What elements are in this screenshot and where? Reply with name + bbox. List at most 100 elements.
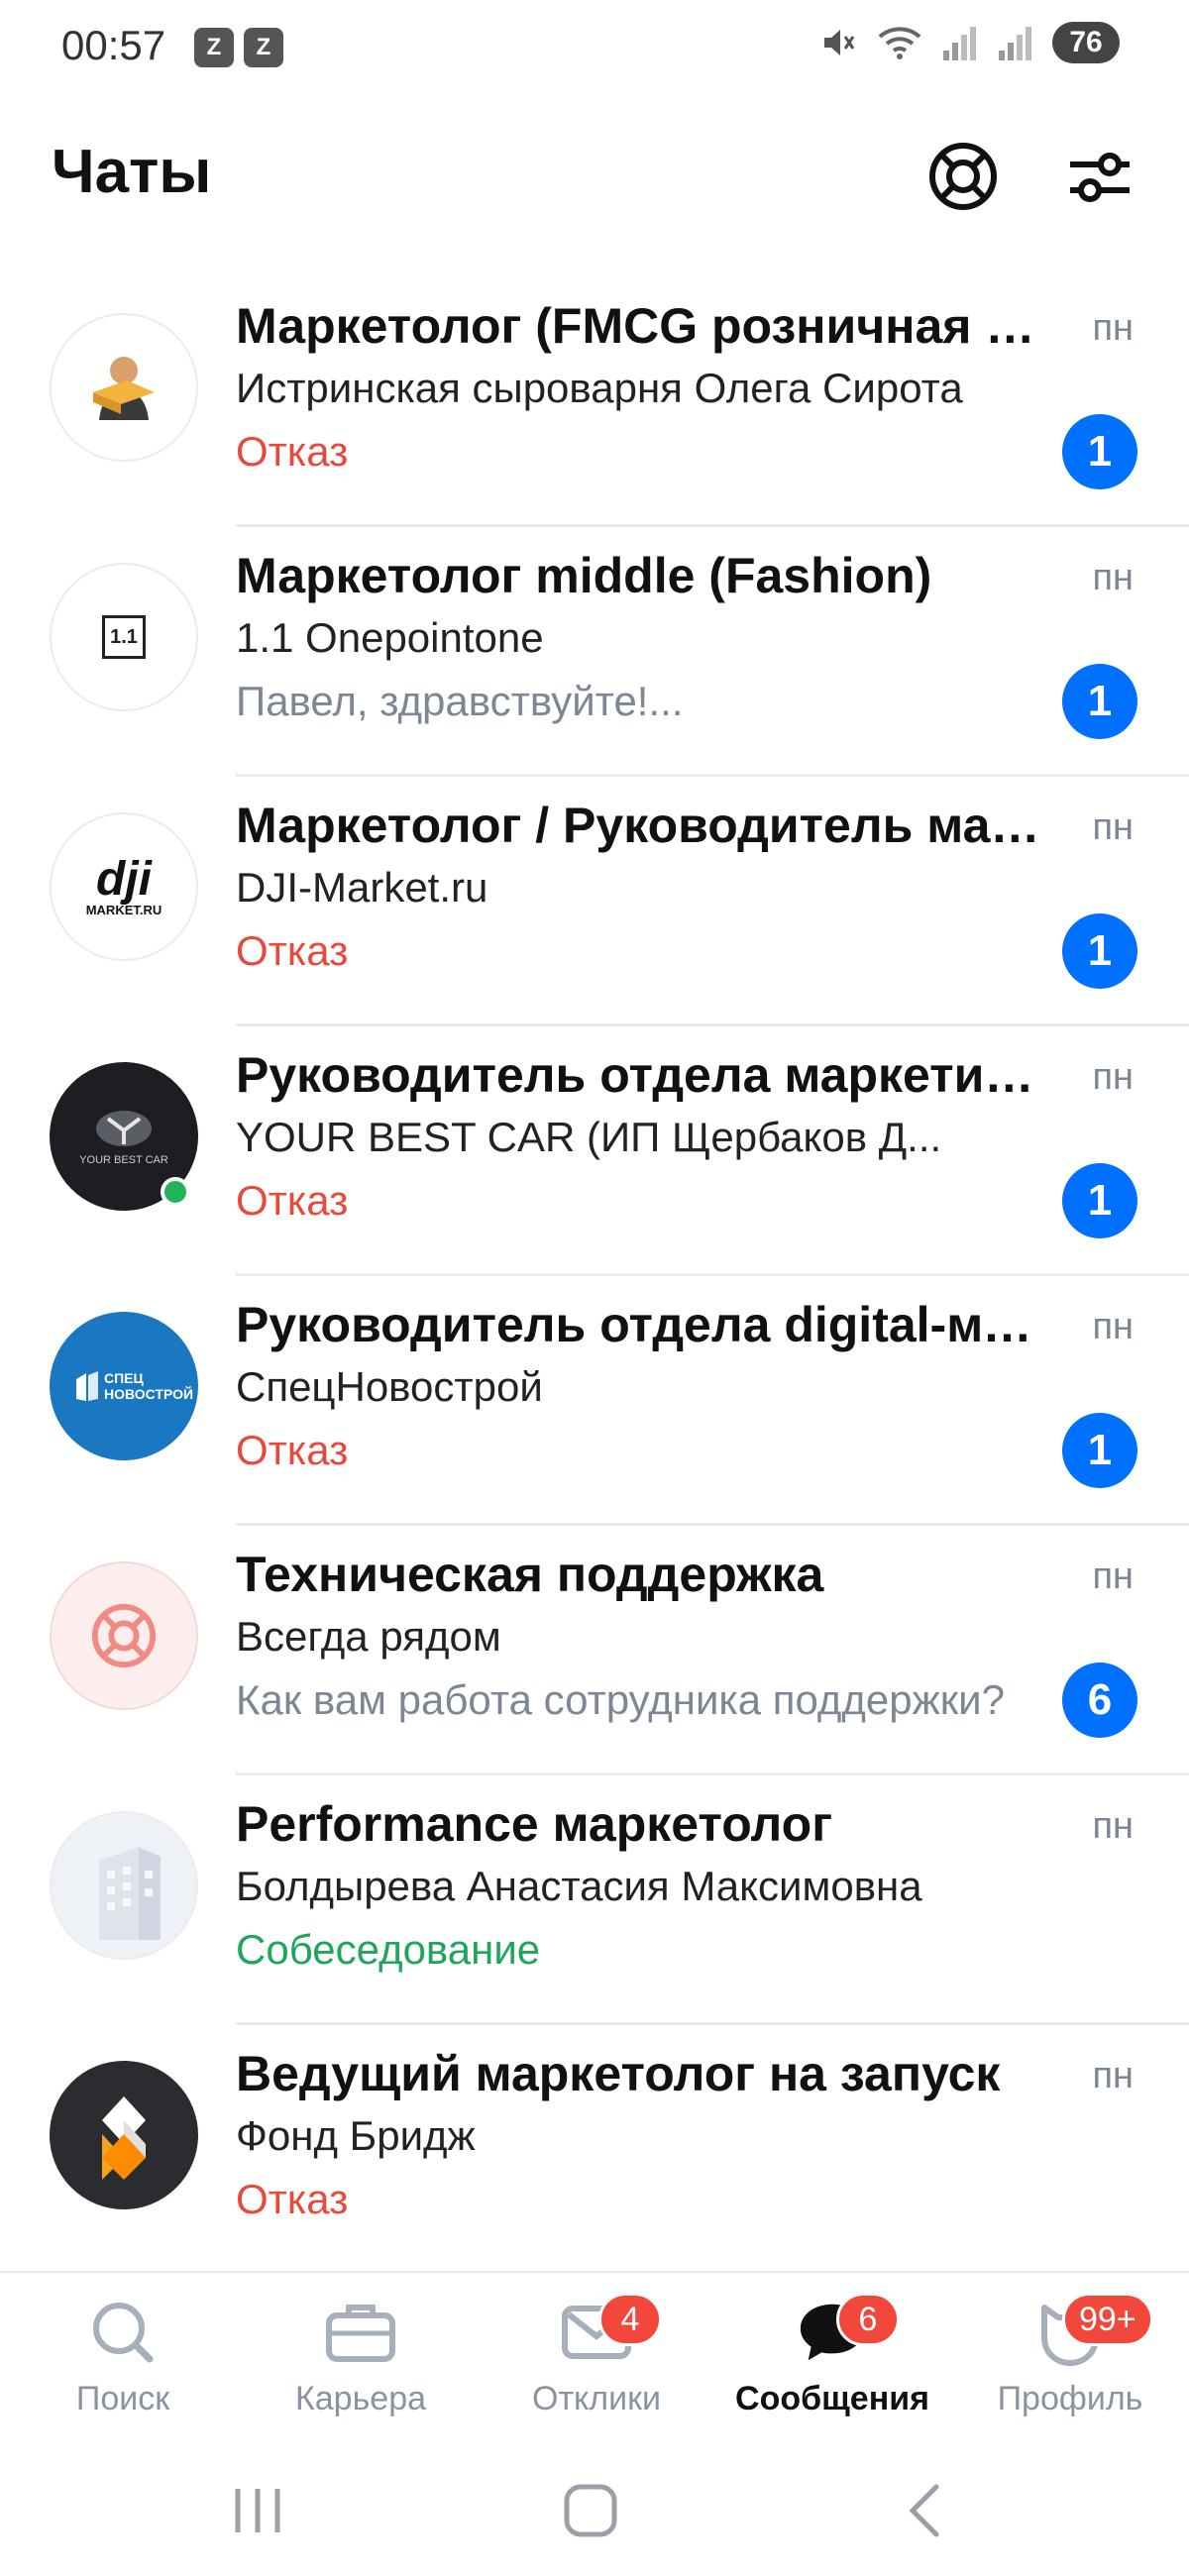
chat-date: пн: [1092, 557, 1134, 598]
page-title: Чаты: [52, 138, 212, 206]
nav-messages[interactable]: 6 Сообщения: [713, 2273, 951, 2449]
lifebuoy-icon: [91, 1603, 157, 1668]
chat-company: DJI-Market.ru: [236, 864, 488, 911]
online-indicator: [161, 1177, 190, 1207]
status-time: 00:57: [61, 22, 166, 68]
chat-date: пн: [1092, 1056, 1134, 1098]
chat-item[interactable]: YOUR BEST CAR Руководитель отдела маркет…: [0, 1026, 1189, 1276]
filter-button[interactable]: [1062, 139, 1137, 214]
chat-status: Отказ: [236, 1427, 349, 1473]
chat-item[interactable]: Performance маркетолог Болдырева Анастас…: [0, 1775, 1189, 2025]
building-mark-icon: [76, 1371, 98, 1401]
company-avatar: [50, 1811, 198, 1960]
chat-title: Маркетолог (FMCG розничная сеть): [236, 298, 1048, 354]
home-button[interactable]: [551, 2471, 630, 2550]
chat-item[interactable]: dji MARKET.RU Маркетолог / Руководитель …: [0, 777, 1189, 1026]
company-avatar: dji MARKET.RU: [50, 812, 198, 961]
mute-icon: [824, 30, 855, 55]
chat-company: 1.1 Onepointone: [236, 614, 544, 661]
company-avatar: 1.1: [50, 563, 198, 711]
chat-date: пн: [1092, 1805, 1134, 1847]
system-nav-bar: [0, 2447, 1189, 2576]
unread-badge: 6: [1062, 1663, 1137, 1738]
chat-date: пн: [1092, 1556, 1134, 1597]
profile-badge: 99+: [1062, 2293, 1153, 2346]
chat-status: Отказ: [236, 428, 349, 475]
company-avatar: [50, 2061, 198, 2209]
support-button[interactable]: [925, 139, 1001, 214]
back-icon: [909, 2484, 939, 2537]
chat-message-preview: Как вам работа сотрудника поддержки?: [236, 1676, 1005, 1723]
unread-badge: 1: [1062, 1163, 1137, 1238]
nav-career[interactable]: Карьера: [242, 2273, 480, 2449]
unread-badge: 1: [1062, 664, 1137, 739]
chat-date: пн: [1092, 307, 1134, 349]
chat-item[interactable]: 1.1 Маркетолог middle (Fashion) 1.1 Onep…: [0, 527, 1189, 777]
chat-company: Болдырева Анастасия Максимовна: [236, 1863, 922, 1909]
recent-apps-icon: [235, 2489, 280, 2532]
chat-title: Техническая поддержка: [236, 1547, 824, 1602]
nav-profile[interactable]: 99+ Профиль: [951, 2273, 1189, 2449]
back-button[interactable]: [886, 2471, 965, 2550]
chat-date: пн: [1092, 1306, 1134, 1347]
chat-item[interactable]: Ведущий маркетолог на запуск Фонд Бридж …: [0, 2025, 1189, 2275]
chat-date: пн: [1092, 2055, 1134, 2096]
nav-label: Профиль: [997, 2380, 1143, 2417]
notification-app-icon: Z: [244, 28, 283, 67]
unread-badge: 1: [1062, 1413, 1137, 1488]
onepointone-logo: 1.1: [102, 615, 146, 659]
chat-item[interactable]: СПЕЦ НОВОСТРОЙ Руководитель отдела digit…: [0, 1276, 1189, 1526]
battery-indicator: 76: [1052, 22, 1120, 63]
nav-label: Карьера: [294, 2380, 427, 2417]
status-bar: 00:57 Z Z 76: [0, 0, 1189, 95]
chat-title: Маркетолог middle (Fashion): [236, 548, 932, 603]
chat-status: Собеседование: [236, 1926, 541, 1973]
lifebuoy-icon: [929, 143, 997, 210]
nav-label: Сообщения: [735, 2380, 929, 2417]
unread-badge: 1: [1062, 913, 1137, 989]
dji-logo-subtext: MARKET.RU: [85, 902, 162, 917]
signal-icon: [943, 27, 976, 60]
dji-logo: dji: [96, 852, 152, 906]
chat-status: Отказ: [236, 1177, 349, 1224]
company-avatar: [50, 1561, 198, 1710]
car-emblem-icon: [96, 1111, 152, 1146]
chat-company: Фонд Бридж: [236, 2112, 476, 2159]
recent-apps-button[interactable]: [218, 2471, 297, 2550]
chat-company: Всегда рядом: [236, 1613, 501, 1660]
chat-title: Маркетолог / Руководитель маркетинга: [236, 798, 1048, 853]
your-best-car-logo-text: YOUR BEST CAR: [79, 1154, 168, 1166]
messages-badge: 6: [836, 2293, 900, 2346]
chat-status: Отказ: [236, 927, 349, 974]
unread-badge: 1: [1062, 414, 1137, 489]
specnovostroy-logo-text: СПЕЦ НОВОСТРОЙ: [104, 1370, 194, 1402]
chat-status: Отказ: [236, 2176, 349, 2222]
bottom-nav: Поиск Карьера 4 Отклики 6 Сообщения 99+ …: [0, 2271, 1189, 2447]
responses-badge: 4: [598, 2293, 662, 2346]
building-icon: [99, 1847, 161, 1940]
nav-responses[interactable]: 4 Отклики: [478, 2273, 715, 2449]
chat-title: Руководитель отдела маркетинга: [236, 1047, 1048, 1103]
chat-company: YOUR BEST CAR (ИП Щербаков Д...: [236, 1114, 942, 1160]
bridge-fund-logo-icon: [102, 2096, 146, 2180]
nav-search[interactable]: Поиск: [4, 2273, 242, 2449]
notification-app-icon: Z: [194, 28, 234, 67]
briefcase-icon: [325, 2297, 396, 2368]
chat-title: Performance маркетолог: [236, 1796, 833, 1852]
search-icon: [87, 2297, 159, 2368]
chat-item[interactable]: Техническая поддержка Всегда рядом Как в…: [0, 1526, 1189, 1775]
company-avatar: СПЕЦ НОВОСТРОЙ: [50, 1312, 198, 1460]
chat-list: Маркетолог (FMCG розничная сеть) Истринс…: [0, 277, 1189, 2275]
chat-message-preview: Павел, здравствуйте!...: [236, 678, 684, 724]
company-avatar: [50, 313, 198, 462]
chat-company: Истринская сыроварня Олега Сирота: [236, 365, 963, 411]
nav-label: Отклики: [532, 2380, 661, 2417]
home-icon: [564, 2484, 617, 2537]
chat-title: Ведущий маркетолог на запуск: [236, 2046, 1001, 2101]
chat-date: пн: [1092, 806, 1134, 848]
nav-label: Поиск: [75, 2380, 170, 2417]
chat-company: СпецНовострой: [236, 1363, 543, 1410]
chat-item[interactable]: Маркетолог (FMCG розничная сеть) Истринс…: [0, 277, 1189, 527]
chat-title: Руководитель отдела digital-маркетинга: [236, 1297, 1048, 1352]
signal-icon: [999, 27, 1031, 60]
